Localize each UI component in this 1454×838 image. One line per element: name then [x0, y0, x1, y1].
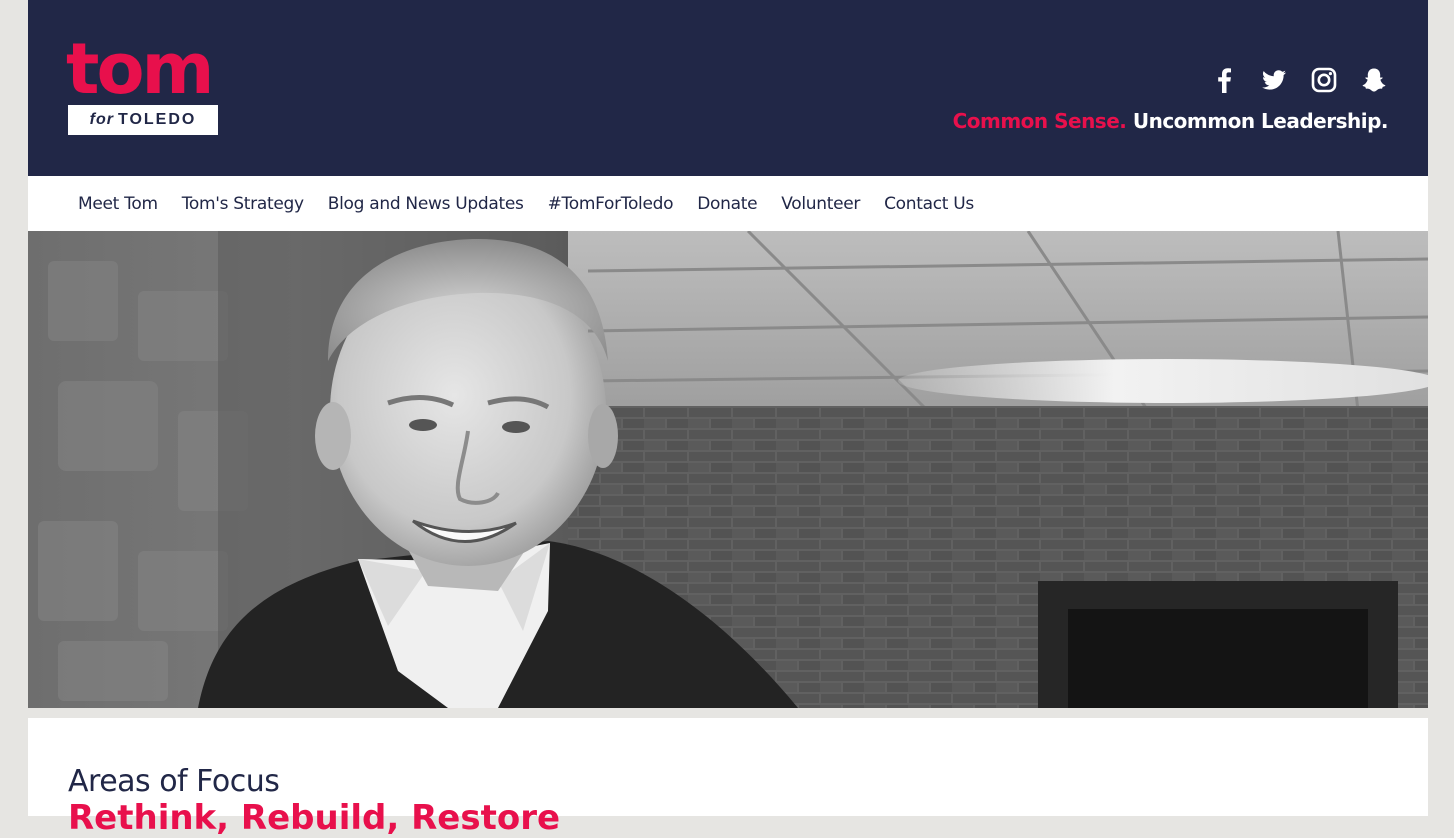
nav-item-meet-tom[interactable]: Meet Tom: [78, 194, 158, 214]
main-nav: Meet Tom Tom's Strategy Blog and News Up…: [28, 176, 1428, 231]
nav-item-toms-strategy[interactable]: Tom's Strategy: [182, 194, 304, 214]
social-links: [1210, 66, 1388, 94]
facebook-icon[interactable]: [1210, 66, 1238, 94]
nav-item-contact-us[interactable]: Contact Us: [884, 194, 974, 214]
twitter-icon[interactable]: [1260, 66, 1288, 94]
instagram-icon[interactable]: [1310, 66, 1338, 94]
logo-city-text: TOLEDO: [117, 111, 197, 128]
logo-word: tom: [66, 28, 215, 110]
logo-subtitle-box: for TOLEDO: [68, 105, 218, 135]
snapchat-icon[interactable]: [1360, 66, 1388, 94]
areas-of-focus-section: Areas of Focus Rethink, Rebuild, Restore: [28, 718, 1428, 838]
hero-photo: [28, 231, 1428, 708]
nav-item-blog-and-news[interactable]: Blog and News Updates: [328, 194, 524, 214]
tagline-accent: Common Sense.: [952, 109, 1127, 133]
page: tom for TOLEDO Common Sense. Uncommon Le…: [28, 0, 1428, 838]
nav-item-donate[interactable]: Donate: [697, 194, 757, 214]
section-subheading: Rethink, Rebuild, Restore: [68, 798, 561, 838]
nav-item-volunteer[interactable]: Volunteer: [781, 194, 860, 214]
tagline-main: Uncommon Leadership.: [1132, 109, 1389, 133]
site-header: tom for TOLEDO Common Sense. Uncommon Le…: [28, 0, 1428, 176]
logo-for-text: for: [89, 111, 114, 128]
site-logo[interactable]: tom for TOLEDO: [66, 28, 218, 135]
tagline: Common Sense. Uncommon Leadership.: [952, 109, 1389, 133]
nav-item-tomfortoledo[interactable]: #TomForToledo: [548, 194, 674, 214]
section-heading: Areas of Focus: [68, 764, 280, 799]
hero-portrait-image: [28, 231, 1428, 708]
